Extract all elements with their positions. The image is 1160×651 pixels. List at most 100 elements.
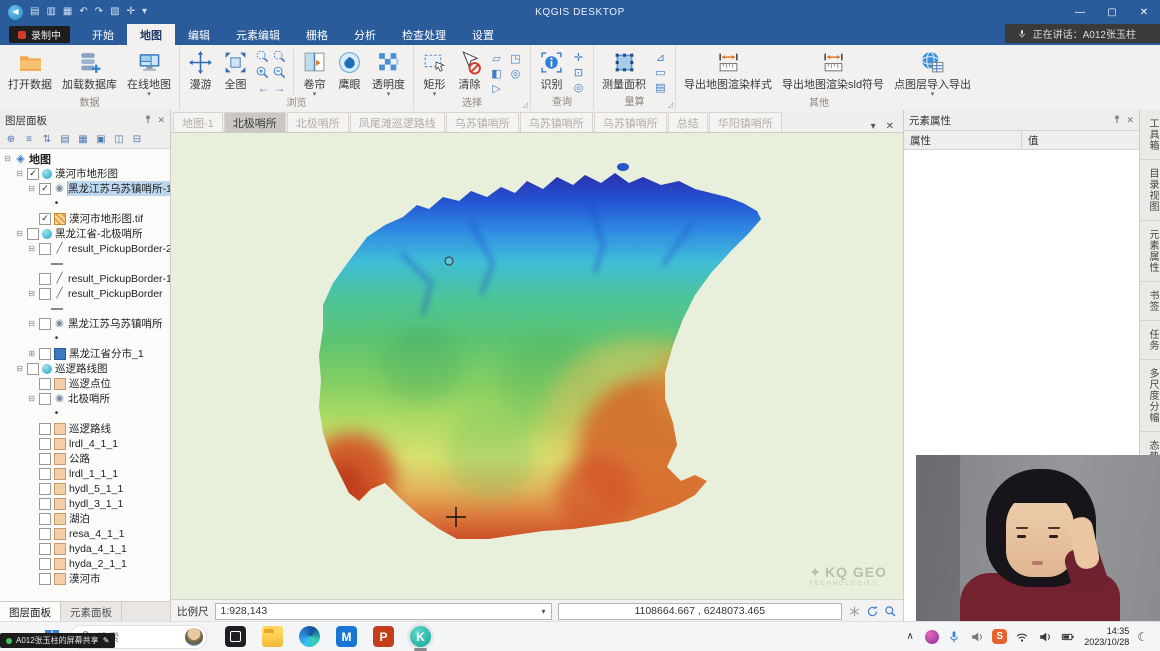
layer-tree-item[interactable]: ⊟ 黑龙江省-北极哨所 [0, 226, 170, 241]
ribbon-button[interactable]: 清除▾ [452, 47, 487, 92]
minimize-button[interactable]: — [1064, 0, 1096, 24]
menu-tab[interactable]: 元素编辑 [223, 24, 293, 45]
close-button[interactable]: ✕ [1128, 0, 1160, 24]
menu-tab[interactable]: 检查处理 [389, 24, 459, 45]
menu-tab[interactable]: 编辑 [175, 24, 223, 45]
layer-checkbox[interactable] [27, 363, 39, 375]
quick-access-icon[interactable]: ✛ [127, 7, 135, 17]
layer-tool-icon[interactable]: ⊟ [130, 132, 144, 146]
layer-tree-item[interactable]: ⊟ 漠河市地形图 [0, 166, 170, 181]
tray-icon[interactable] [946, 629, 962, 645]
document-tab[interactable]: 凤尾滩巡逻路线 [350, 112, 445, 132]
status-tool-icon[interactable] [848, 605, 861, 618]
dock-tab[interactable]: 任务 [1140, 321, 1160, 360]
taskbar-app-icon[interactable]: K [410, 626, 431, 647]
tray-icon[interactable] [1014, 629, 1030, 645]
ribbon-button[interactable]: 鹰眼▾ [332, 47, 367, 92]
mini-tool-icon[interactable]: ◎ [571, 81, 586, 94]
layer-checkbox[interactable] [39, 513, 51, 525]
expander-icon[interactable]: ⊟ [27, 289, 36, 298]
layer-tree-item[interactable]: resa_4_1_1 [0, 526, 170, 541]
status-tool-icon[interactable] [866, 605, 879, 618]
mini-tool-icon[interactable]: ▭ [653, 66, 668, 79]
ribbon-button[interactable]: 矩形▾ [417, 47, 452, 97]
tray-icon[interactable] [1037, 629, 1053, 645]
expander-icon[interactable]: ⊟ [27, 244, 36, 253]
zoom-tool-icon[interactable] [255, 65, 271, 80]
dock-tab[interactable]: 工具箱 [1140, 110, 1160, 160]
panel-tab[interactable]: 元素面板 [61, 602, 122, 622]
dock-tab[interactable]: 元素属性 [1140, 221, 1160, 282]
document-tab[interactable]: 华阳镇哨所 [709, 112, 782, 132]
layer-checkbox[interactable] [39, 318, 51, 330]
status-tool-icon[interactable] [884, 605, 897, 618]
mini-tool-icon[interactable]: ▤ [653, 81, 668, 94]
layer-checkbox[interactable] [27, 168, 39, 180]
layer-checkbox[interactable] [39, 573, 51, 585]
layer-checkbox[interactable] [39, 348, 51, 360]
clock[interactable]: 14:35 2023/10/28 [1084, 626, 1129, 648]
taskbar-app-icon[interactable]: M [336, 626, 357, 647]
mini-tool-icon[interactable]: ◧ [489, 67, 504, 80]
zoom-tool-icon[interactable] [272, 49, 288, 64]
ribbon-button[interactable]: 导出地图渲染样式▾ [679, 47, 777, 92]
layer-tree-item[interactable]: ⊟ 地图 [0, 151, 170, 166]
document-tab[interactable]: 总结 [668, 112, 708, 132]
menu-tab[interactable]: 栅格 [293, 24, 341, 45]
layer-tree-item[interactable]: ⊟ 北极哨所 [0, 391, 170, 406]
layer-tree-item[interactable]: hydl_5_1_1 [0, 481, 170, 496]
layer-tool-icon[interactable]: ≡ [22, 132, 36, 146]
layer-checkbox[interactable] [39, 243, 51, 255]
layer-tree-item[interactable]: lrdl_4_1_1 [0, 436, 170, 451]
layer-tool-icon[interactable]: ⇅ [40, 132, 54, 146]
zoom-tool-icon[interactable] [272, 65, 288, 80]
layer-checkbox[interactable] [27, 228, 39, 240]
tray-icon[interactable] [969, 629, 985, 645]
ribbon-button[interactable]: 测量面积▾ [597, 47, 651, 92]
annotate-pencil-icon[interactable]: ✎ [103, 636, 110, 645]
expander-icon[interactable]: ⊟ [27, 394, 36, 403]
layer-tool-icon[interactable]: ◫ [112, 132, 126, 146]
layer-tree-item[interactable]: 湖泊 [0, 511, 170, 526]
layer-tree-item[interactable] [0, 196, 170, 211]
menu-tab[interactable]: 分析 [341, 24, 389, 45]
layer-tree-item[interactable]: ⊟ result_PickupBorder-2 [0, 241, 170, 256]
document-tab[interactable]: 地图-1 [173, 112, 223, 132]
layer-checkbox[interactable] [39, 543, 51, 555]
document-tab[interactable]: 北极哨所 [287, 112, 349, 132]
group-expander-icon[interactable]: ◿ [668, 101, 673, 109]
layer-tree-item[interactable]: ⊟ 黑龙江苏乌苏镇哨所-1(*) [0, 181, 170, 196]
document-tab[interactable]: 乌苏镇哨所 [520, 112, 593, 132]
ribbon-button[interactable]: 识别▾ [534, 47, 569, 92]
layer-checkbox[interactable] [39, 393, 51, 405]
taskbar-app-icon[interactable] [299, 626, 320, 647]
close-panel-icon[interactable]: ✕ [1126, 115, 1134, 126]
taskbar-app-icon[interactable]: P [373, 626, 394, 647]
layer-tool-icon[interactable]: ▤ [58, 132, 72, 146]
layer-tree-item[interactable] [0, 301, 170, 316]
dock-tab[interactable]: 目录视图 [1140, 160, 1160, 221]
quick-access-icon[interactable]: ▤ [30, 7, 39, 17]
taskbar-app-icon[interactable] [225, 626, 246, 647]
view-history-arrow-icon[interactable]: → [274, 82, 286, 94]
menu-tab[interactable]: 设置 [459, 24, 507, 45]
layer-tool-icon[interactable]: ⊕ [4, 132, 18, 146]
layer-tree-item[interactable] [0, 406, 170, 421]
mini-tool-icon[interactable]: ✛ [571, 51, 586, 64]
tray-icon[interactable] [925, 630, 939, 644]
layer-checkbox[interactable] [39, 498, 51, 510]
expander-icon[interactable]: ⊟ [27, 184, 36, 193]
mini-tool-icon[interactable]: ◳ [508, 52, 523, 65]
layer-checkbox[interactable] [39, 558, 51, 570]
ribbon-button[interactable]: 在线地图▾ [122, 47, 176, 97]
ribbon-button[interactable]: 卷帘▾ [297, 47, 332, 97]
expander-icon[interactable]: ⊟ [15, 169, 24, 178]
layer-tree-item[interactable]: ⊟ 黑龙江苏乌苏镇哨所 [0, 316, 170, 331]
quick-access-icon[interactable]: ▧ [110, 7, 119, 17]
layer-tree-item[interactable]: hyda_4_1_1 [0, 541, 170, 556]
layer-checkbox[interactable] [39, 423, 51, 435]
layer-tree-item[interactable]: 巡逻点位 [0, 376, 170, 391]
layer-checkbox[interactable] [39, 273, 51, 285]
expander-icon[interactable]: ⊞ [27, 349, 36, 358]
mini-tool-icon[interactable]: ◎ [508, 67, 523, 80]
